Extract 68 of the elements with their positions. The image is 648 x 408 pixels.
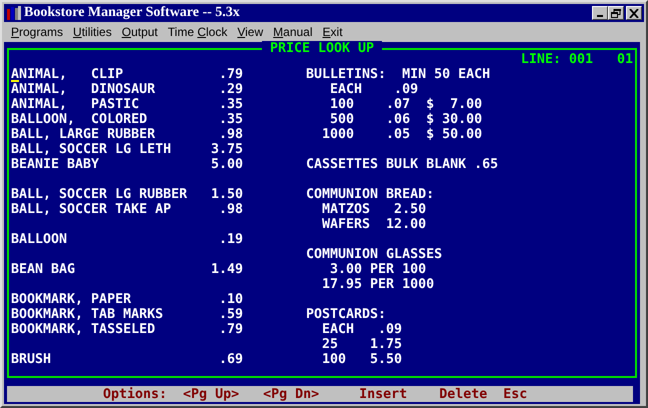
price-line: COMMUNION BREAD: xyxy=(306,187,436,202)
option-key[interactable]: <Pg Dn> xyxy=(263,386,320,402)
price-line: 25 1.75 xyxy=(321,337,404,352)
price-line: 1000 .05 $ 50.00 xyxy=(321,127,484,142)
item-price: 5.00 xyxy=(210,157,243,172)
minimize-button[interactable] xyxy=(592,6,608,20)
item-price: .98 xyxy=(218,202,243,217)
price-line: COMMUNION GLASSES xyxy=(306,247,444,262)
item-price: 1.49 xyxy=(210,262,243,277)
price-line: 100 .07 $ 7.00 xyxy=(329,97,484,112)
menu-item[interactable]: Time Clock xyxy=(162,25,232,39)
price-line: BULLETINS: MIN 50 EACH xyxy=(306,67,492,82)
item-price: .10 xyxy=(218,292,243,307)
item-name: BOOKMARK, PAPER xyxy=(11,292,132,307)
price-line: 17.95 PER 1000 xyxy=(321,277,436,292)
books-icon xyxy=(6,5,22,21)
price-line: WAFERS 12.00 xyxy=(321,217,428,232)
menu-item[interactable]: View xyxy=(232,25,268,39)
item-name: BRUSH xyxy=(11,352,52,367)
option-key[interactable]: Esc xyxy=(503,386,528,402)
item-price: .35 xyxy=(218,112,243,127)
close-button[interactable] xyxy=(626,6,642,20)
menu-item[interactable]: Output xyxy=(116,25,163,39)
item-name: BEANIE BABY xyxy=(11,157,100,172)
option-key[interactable]: <Pg Up> xyxy=(183,386,240,402)
item-price: .35 xyxy=(218,97,243,112)
price-line: 3.00 PER 100 xyxy=(329,262,428,277)
item-name: ANIMAL, PASTIC xyxy=(11,97,140,112)
item-name: BALL, SOCCER LG LETH xyxy=(11,142,172,157)
item-name: ANIMAL, DINOSAUR xyxy=(11,82,156,97)
restore-icon xyxy=(611,8,621,18)
item-name: BALL, SOCCER LG RUBBER xyxy=(11,187,188,202)
menu-item[interactable]: Utilities xyxy=(68,25,117,39)
price-line: EACH .09 xyxy=(329,82,420,97)
item-price: .69 xyxy=(218,352,243,367)
item-name: ANIMAL, CLIP xyxy=(11,67,124,82)
price-line: EACH .09 xyxy=(321,322,404,337)
menu-item[interactable]: Manual xyxy=(268,25,318,39)
item-name: BOOKMARK, TAB MARKS xyxy=(11,307,164,322)
option-key[interactable]: Insert xyxy=(359,386,408,402)
line-indicator: LINE: 001 01 xyxy=(520,52,633,67)
restore-button[interactable] xyxy=(608,6,624,20)
item-price: .59 xyxy=(218,307,243,322)
item-name: BEAN BAG xyxy=(11,262,76,277)
item-price: .79 xyxy=(218,322,243,337)
item-name: BALL, SOCCER TAKE AP xyxy=(11,202,172,217)
item-name: BALLOON xyxy=(11,232,68,247)
price-line: MATZOS 2.50 xyxy=(321,202,428,217)
item-price: .19 xyxy=(218,232,243,247)
price-line: CASSETTES BULK BLANK .65 xyxy=(306,157,498,172)
item-name: BALL, LARGE RUBBER xyxy=(11,127,156,142)
menu-item[interactable]: Exit xyxy=(318,25,348,39)
item-name: BALLOON, COLORED xyxy=(11,112,148,127)
item-price: .79 xyxy=(218,67,243,82)
minimize-icon xyxy=(597,14,603,16)
price-line: POSTCARDS: xyxy=(306,307,388,322)
menu-item[interactable]: Programs xyxy=(6,25,68,39)
price-line: 100 5.50 xyxy=(321,352,404,367)
item-price: 3.75 xyxy=(210,142,243,157)
item-price: .98 xyxy=(218,127,243,142)
price-line: 500 .06 $ 30.00 xyxy=(329,112,484,127)
item-price: 1.50 xyxy=(210,187,243,202)
option-key[interactable]: Delete xyxy=(439,386,488,402)
options-label: Options: xyxy=(103,386,168,402)
item-price: .29 xyxy=(218,82,243,97)
window-title: Bookstore Manager Software -- 5.3x xyxy=(24,5,240,21)
close-icon xyxy=(629,8,639,18)
item-name: BOOKMARK, TASSELED xyxy=(11,322,156,337)
